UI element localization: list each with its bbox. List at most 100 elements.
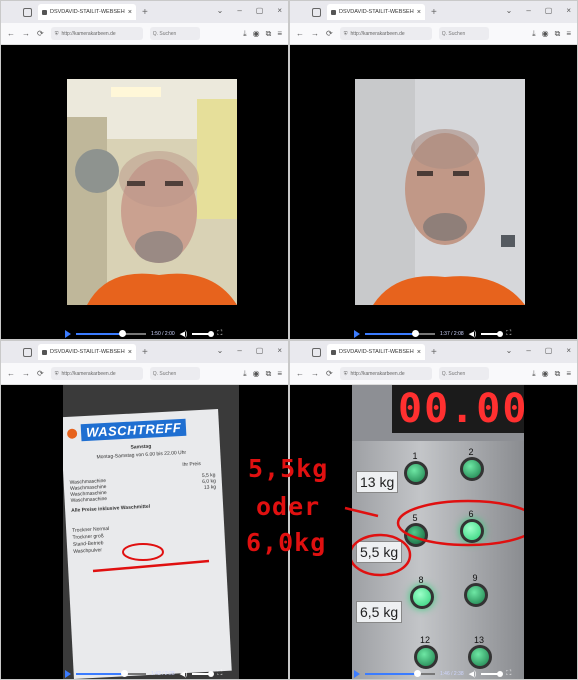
address-text: http://kamerakarbeen.de bbox=[61, 30, 116, 37]
extensions-icon[interactable]: ⧉ bbox=[555, 369, 561, 379]
reload-icon[interactable]: ⟳ bbox=[37, 29, 44, 38]
close-window-icon[interactable]: × bbox=[277, 346, 282, 355]
volume-icon[interactable]: ◀) bbox=[469, 330, 477, 338]
fullscreen-icon[interactable]: ⛶ bbox=[506, 670, 511, 678]
download-icon[interactable]: ⤓ bbox=[243, 29, 247, 39]
play-icon[interactable] bbox=[65, 669, 71, 678]
video-frame[interactable]: WASCHTREFF Samstag Montag-Samstag von 6.… bbox=[63, 385, 239, 679]
volume-slider[interactable] bbox=[192, 670, 215, 677]
close-window-icon[interactable]: × bbox=[277, 6, 282, 15]
play-icon[interactable] bbox=[354, 669, 360, 678]
minimize-icon[interactable]: – bbox=[237, 6, 241, 15]
maximize-icon[interactable]: ▢ bbox=[256, 6, 264, 15]
menu-icon[interactable]: ≡ bbox=[277, 369, 282, 379]
account-icon[interactable]: ◉ bbox=[542, 369, 549, 379]
time-display: 1:50 / 2:00 bbox=[151, 330, 175, 337]
close-window-icon[interactable]: × bbox=[566, 346, 571, 355]
back-icon[interactable]: ← bbox=[7, 29, 15, 38]
minimize-icon[interactable]: – bbox=[237, 346, 241, 355]
address-bar[interactable]: ⛨ http://kamerakarbeen.de bbox=[339, 367, 432, 380]
forward-icon[interactable]: → bbox=[22, 29, 30, 38]
search-box[interactable]: Q. Suchen bbox=[149, 367, 200, 380]
tab-overview-icon[interactable] bbox=[312, 347, 321, 357]
tab-list-icon[interactable]: ⌄ bbox=[506, 6, 513, 15]
reload-icon[interactable]: ⟳ bbox=[326, 29, 333, 38]
tab-list-icon[interactable]: ⌄ bbox=[217, 346, 224, 355]
account-icon[interactable]: ◉ bbox=[253, 29, 260, 39]
tab-list-icon[interactable]: ⌄ bbox=[217, 6, 224, 15]
close-window-icon[interactable]: × bbox=[566, 6, 571, 15]
video-frame[interactable] bbox=[67, 79, 237, 305]
forward-icon[interactable]: → bbox=[311, 369, 319, 378]
new-tab-icon[interactable]: + bbox=[142, 7, 148, 18]
download-icon[interactable]: ⤓ bbox=[532, 369, 536, 379]
new-tab-icon[interactable]: + bbox=[142, 347, 148, 358]
progress-bar[interactable] bbox=[76, 669, 146, 677]
back-icon[interactable]: ← bbox=[296, 369, 304, 378]
close-tab-icon[interactable]: × bbox=[128, 9, 132, 16]
volume-icon[interactable]: ◀) bbox=[180, 670, 188, 678]
download-icon[interactable]: ⤓ bbox=[243, 369, 247, 379]
close-tab-icon[interactable]: × bbox=[128, 349, 132, 356]
address-bar[interactable]: ⛨ http://kamerakarbeen.de bbox=[50, 27, 143, 40]
volume-slider[interactable] bbox=[192, 330, 215, 337]
close-tab-icon[interactable]: × bbox=[417, 9, 421, 16]
close-tab-icon[interactable]: × bbox=[417, 349, 421, 356]
search-placeholder: Q. Suchen bbox=[152, 370, 177, 377]
tab-list-icon[interactable]: ⌄ bbox=[506, 346, 513, 355]
volume-slider[interactable] bbox=[481, 670, 504, 677]
account-icon[interactable]: ◉ bbox=[253, 369, 260, 379]
browser-tab[interactable]: DSVDAVID-STAILIT-WEBSEHEN-RTUT-DEL × bbox=[38, 344, 136, 360]
volume-icon[interactable]: ◀) bbox=[180, 330, 188, 338]
back-icon[interactable]: ← bbox=[7, 369, 15, 378]
video-frame[interactable]: 00.00 1 2 13 kg 5 6 5,5 kg 8 9 6,5 kg 12… bbox=[352, 385, 524, 679]
search-box[interactable]: Q. Suchen bbox=[438, 27, 489, 40]
forward-icon[interactable]: → bbox=[22, 369, 30, 378]
volume-slider[interactable] bbox=[481, 330, 504, 337]
minimize-icon[interactable]: – bbox=[526, 346, 530, 355]
extensions-icon[interactable]: ⧉ bbox=[555, 29, 561, 39]
fullscreen-icon[interactable]: ⛶ bbox=[217, 670, 222, 678]
fullscreen-icon[interactable]: ⛶ bbox=[217, 330, 222, 338]
menu-icon[interactable]: ≡ bbox=[277, 29, 282, 39]
new-tab-icon[interactable]: + bbox=[431, 7, 437, 18]
forward-icon[interactable]: → bbox=[311, 29, 319, 38]
play-icon[interactable] bbox=[65, 329, 71, 338]
menu-icon[interactable]: ≡ bbox=[566, 369, 571, 379]
download-icon[interactable]: ⤓ bbox=[532, 29, 536, 39]
nav-bar: ← → ⟳ ⛨ http://kamerakarbeen.de Q. Suchen… bbox=[290, 363, 577, 385]
browser-tab[interactable]: DSVDAVID-STAILIT-WEBSEHEN-RTUT-DEL × bbox=[38, 4, 136, 20]
progress-bar[interactable] bbox=[365, 329, 435, 337]
extensions-icon[interactable]: ⧉ bbox=[266, 29, 272, 39]
lock-icon: ⛨ bbox=[54, 30, 59, 37]
menu-icon[interactable]: ≡ bbox=[566, 29, 571, 39]
address-bar[interactable]: ⛨ http://kamerakarbeen.de bbox=[339, 27, 432, 40]
tab-bar: DSVDAVID-STAILIT-WEBSEHEN-RTUT-DEL × + ⌄… bbox=[1, 1, 288, 23]
browser-tab[interactable]: DSVDAVID-STAILIT-WEBSEHEN-RTUT-DEL × bbox=[327, 4, 425, 20]
maximize-icon[interactable]: ▢ bbox=[545, 346, 553, 355]
machine-markup bbox=[352, 499, 524, 577]
search-box[interactable]: Q. Suchen bbox=[149, 27, 200, 40]
minimize-icon[interactable]: – bbox=[526, 6, 530, 15]
tab-overview-icon[interactable] bbox=[23, 7, 32, 17]
volume-icon[interactable]: ◀) bbox=[469, 670, 477, 678]
maximize-icon[interactable]: ▢ bbox=[545, 6, 553, 15]
address-bar[interactable]: ⛨ http://kamerakarbeen.de bbox=[50, 367, 143, 380]
reload-icon[interactable]: ⟳ bbox=[326, 369, 333, 378]
progress-bar[interactable] bbox=[365, 669, 435, 677]
browser-tab[interactable]: DSVDAVID-STAILIT-WEBSEHEN-RTUT-DEL × bbox=[327, 344, 425, 360]
progress-bar[interactable] bbox=[76, 329, 146, 337]
back-icon[interactable]: ← bbox=[296, 29, 304, 38]
video-frame[interactable] bbox=[355, 79, 525, 305]
new-tab-icon[interactable]: + bbox=[431, 347, 437, 358]
extensions-icon[interactable]: ⧉ bbox=[266, 369, 272, 379]
maximize-icon[interactable]: ▢ bbox=[256, 346, 264, 355]
tab-overview-icon[interactable] bbox=[312, 7, 321, 17]
play-icon[interactable] bbox=[354, 329, 360, 338]
account-icon[interactable]: ◉ bbox=[542, 29, 549, 39]
search-box[interactable]: Q. Suchen bbox=[438, 367, 489, 380]
tab-overview-icon[interactable] bbox=[23, 347, 32, 357]
fullscreen-icon[interactable]: ⛶ bbox=[506, 330, 511, 338]
tab-bar: DSVDAVID-STAILIT-WEBSEHEN-RTUT-DEL × + ⌄… bbox=[290, 1, 577, 23]
reload-icon[interactable]: ⟳ bbox=[37, 369, 44, 378]
